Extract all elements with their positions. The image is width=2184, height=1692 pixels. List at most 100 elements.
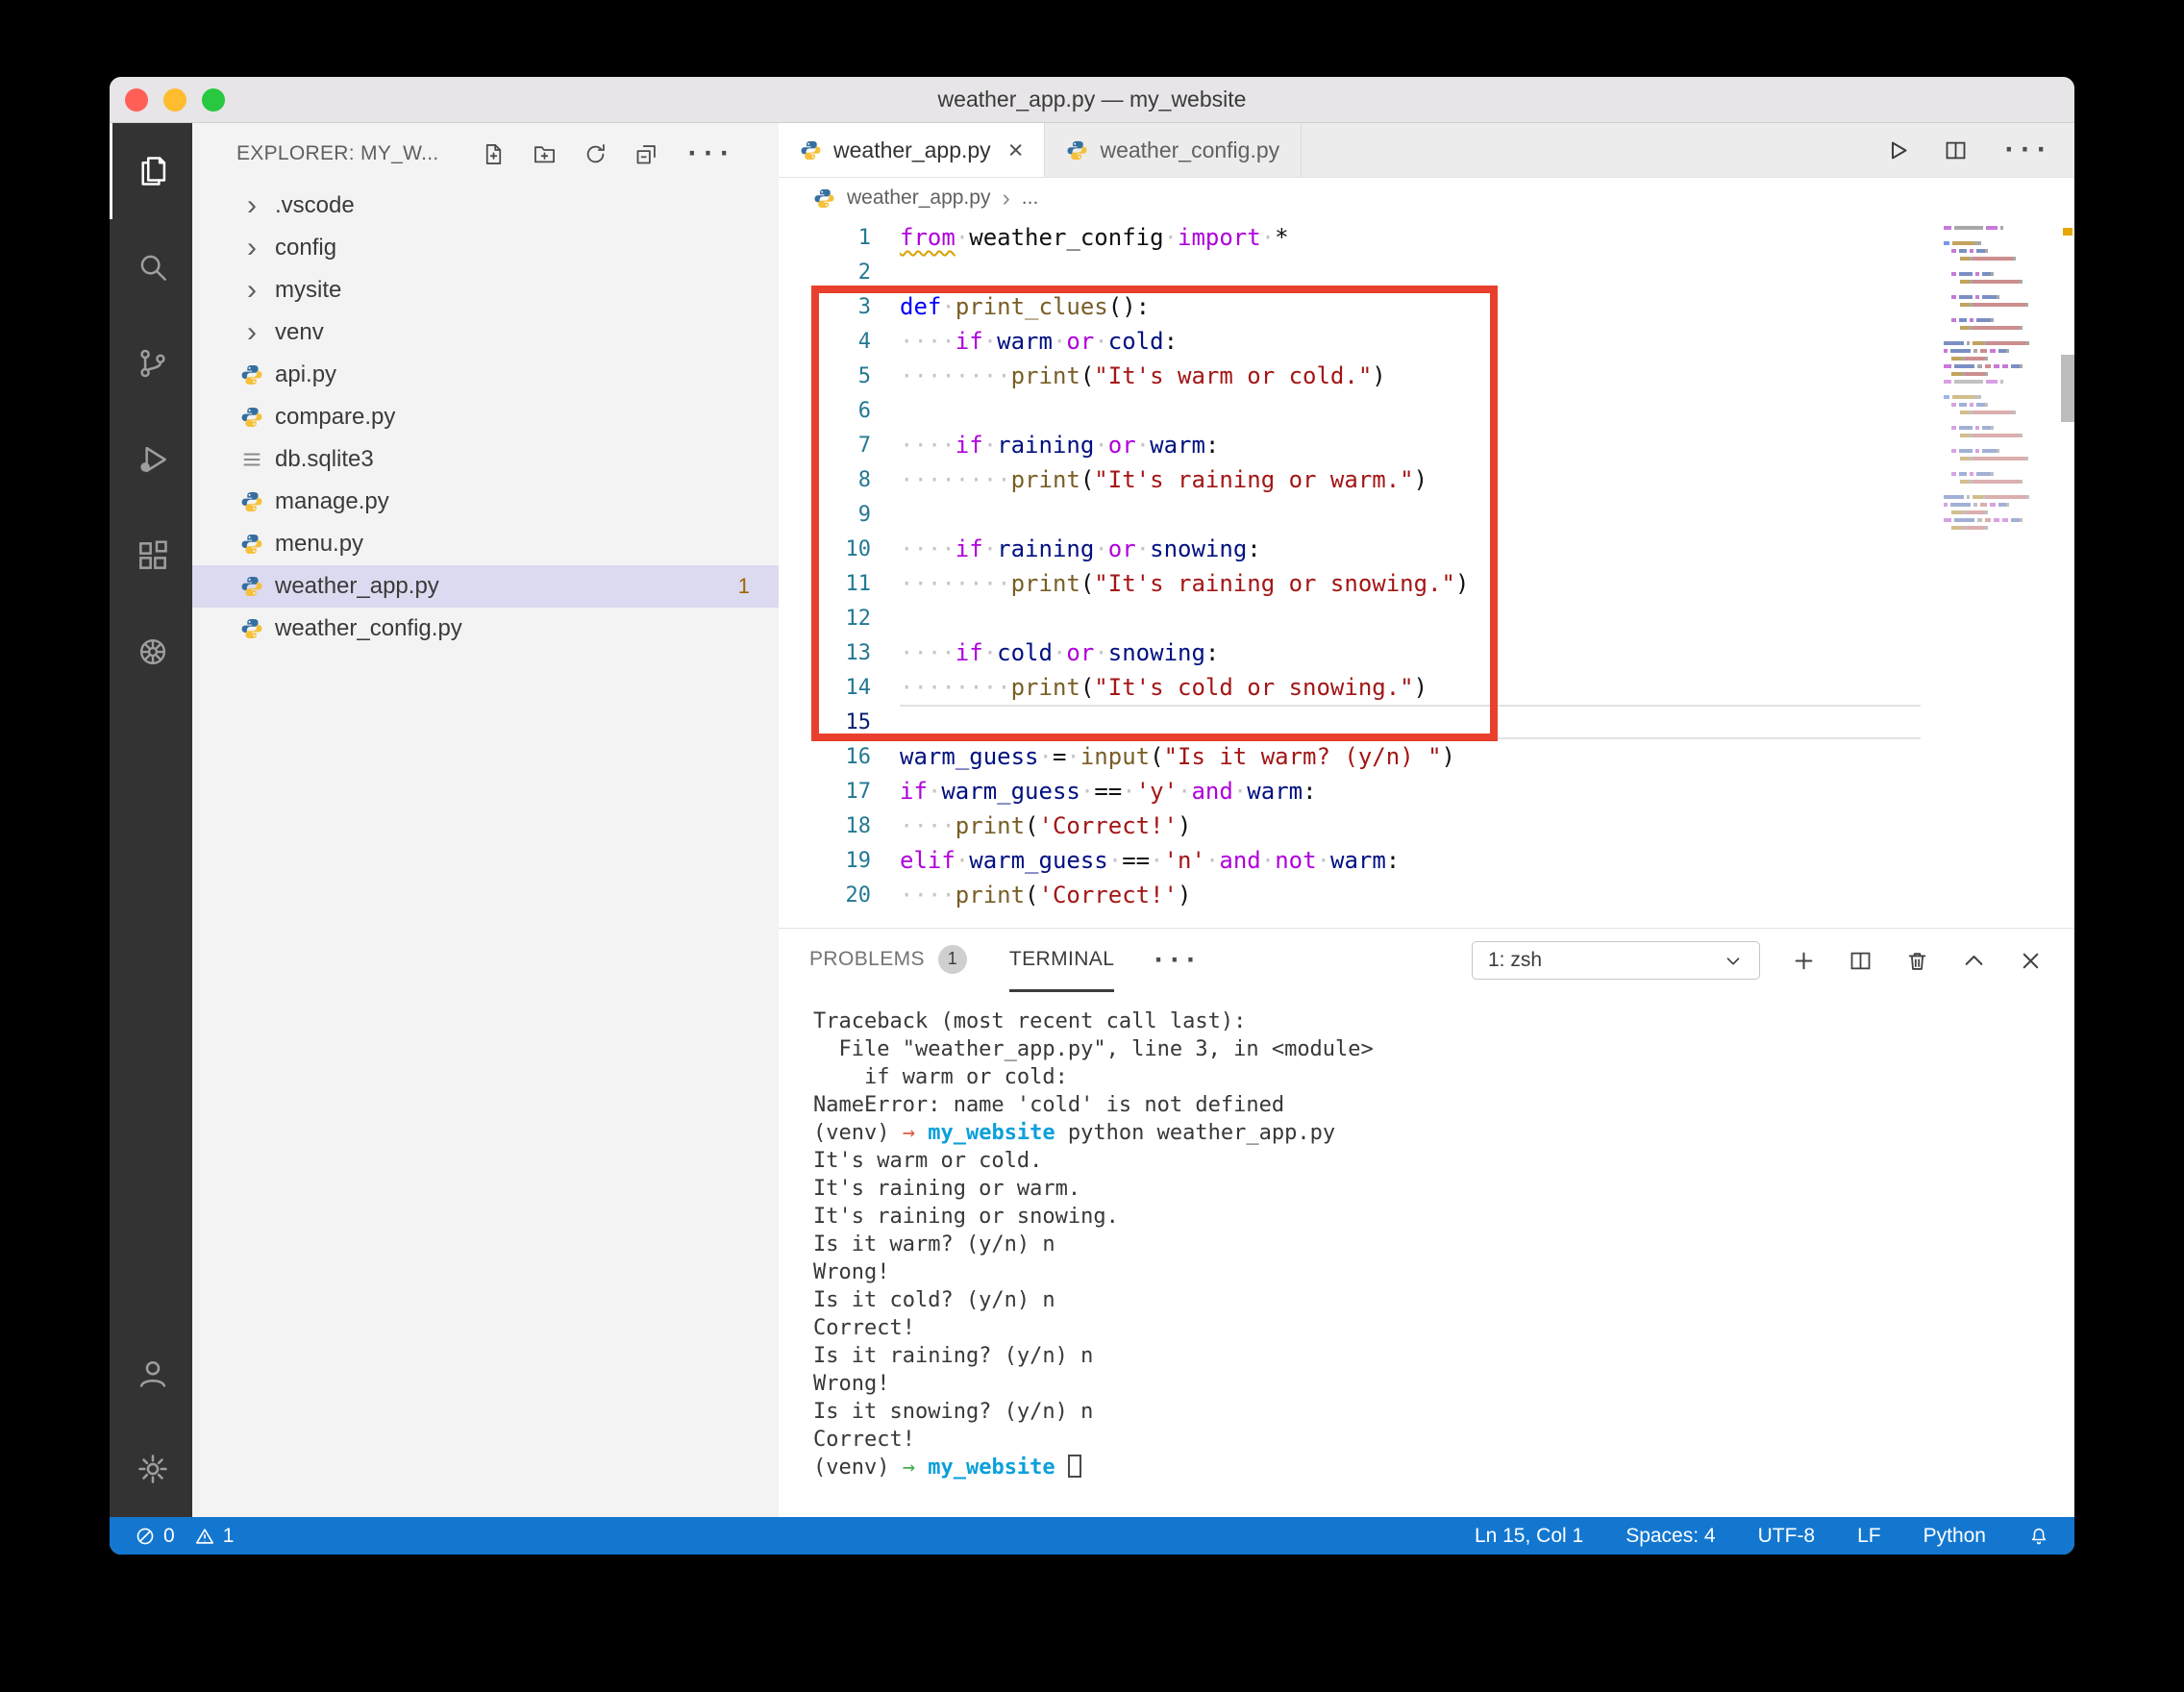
status-language-mode[interactable]: Python — [1923, 1525, 1986, 1548]
terminal-shell-dropdown[interactable]: 1: zsh — [1472, 941, 1760, 980]
error-count: 0 — [163, 1525, 175, 1548]
source-control-icon — [135, 345, 171, 382]
search-icon — [135, 249, 171, 286]
terminal-line: (venv) → my_website — [813, 1454, 2074, 1481]
new-terminal-button[interactable] — [1791, 948, 1817, 974]
more-actions-icon[interactable]: ··· — [684, 141, 732, 166]
tab-problems[interactable]: PROBLEMS 1 — [809, 929, 967, 992]
code-editor[interactable]: 1from·weather_config·import·*23def·print… — [779, 218, 2074, 928]
collapse-folders-icon[interactable] — [633, 141, 659, 167]
activity-accounts[interactable] — [110, 1325, 192, 1421]
python-icon — [240, 363, 263, 386]
tree-file-weather_app.py[interactable]: weather_app.py 1 — [192, 565, 779, 608]
split-editor-icon[interactable] — [1943, 137, 1969, 163]
tab-terminal[interactable]: TERMINAL — [1009, 929, 1114, 992]
code-text: ····print('Correct!') — [871, 812, 1191, 839]
code-line-16[interactable]: 16warm_guess·=·input("Is it warm? (y/n) … — [779, 739, 2074, 774]
editor-tab-bar: weather_app.py × weather_config.py ··· — [779, 123, 2074, 178]
title-bar: weather_app.py — my_website — [110, 77, 2074, 123]
tree-file-api.py[interactable]: api.py — [192, 354, 779, 396]
new-folder-button[interactable] — [532, 141, 558, 167]
terminal-line: Wrong! — [813, 1258, 2074, 1286]
tree-file-weather_config.py[interactable]: weather_config.py — [192, 608, 779, 650]
code-line-19[interactable]: 19elif·warm_guess·==·'n'·and·not·warm: — [779, 843, 2074, 878]
explorer-title: EXPLORER: MY_W... — [236, 142, 439, 165]
status-problems[interactable]: 0 1 — [135, 1525, 234, 1548]
status-right: Ln 15, Col 1 Spaces: 4 UTF-8 LF Python — [1475, 1525, 2049, 1548]
code-line-17[interactable]: 17if·warm_guess·==·'y'·and·warm: — [779, 774, 2074, 809]
file-label: db.sqlite3 — [275, 446, 374, 473]
status-indentation[interactable]: Spaces: 4 — [1626, 1525, 1715, 1548]
breadcrumb-more[interactable]: ... — [1022, 187, 1039, 210]
close-tab-icon[interactable]: × — [1008, 137, 1024, 163]
terminal-line: if warm or cold: — [813, 1063, 2074, 1091]
breadcrumb-file[interactable]: weather_app.py — [847, 187, 990, 210]
status-cursor-position[interactable]: Ln 15, Col 1 — [1475, 1525, 1583, 1548]
file-label: config — [275, 235, 336, 261]
tab-weather-app[interactable]: weather_app.py × — [779, 123, 1045, 177]
minimap[interactable] — [1944, 226, 2057, 534]
activity-settings[interactable] — [110, 1421, 192, 1517]
terminal-line: Is it raining? (y/n) n — [813, 1342, 2074, 1370]
status-eol[interactable]: LF — [1857, 1525, 1881, 1548]
tree-file-menu.py[interactable]: menu.py — [192, 523, 779, 565]
zoom-window-button[interactable] — [202, 88, 225, 112]
file-label: weather_app.py — [275, 573, 439, 600]
terminal-line: Traceback (most recent call last): — [813, 1008, 2074, 1035]
code-line-18[interactable]: 18····print('Correct!') — [779, 809, 2074, 843]
tree-file-manage.py[interactable]: manage.py — [192, 481, 779, 523]
breadcrumb[interactable]: weather_app.py › ... — [779, 178, 2074, 218]
editor-actions: ··· — [1859, 123, 2074, 177]
problems-count-badge: 1 — [738, 574, 750, 599]
code-line-2[interactable]: 2 — [779, 255, 2074, 289]
code-text: from·weather_config·import·* — [871, 224, 1289, 251]
tree-folder-.vscode[interactable]: ›.vscode — [192, 185, 779, 227]
overview-ruler-warning-mark — [2063, 228, 2072, 236]
more-actions-icon[interactable]: ··· — [2001, 137, 2049, 162]
tree-file-db.sqlite3[interactable]: db.sqlite3 — [192, 438, 779, 481]
run-button[interactable] — [1884, 137, 1910, 163]
notifications-bell-icon[interactable] — [2028, 1526, 2049, 1547]
terminal-line: It's raining or snowing. — [813, 1203, 2074, 1231]
file-label: compare.py — [275, 404, 395, 431]
activity-explorer[interactable] — [110, 123, 192, 219]
chevron-right-icon: › — [240, 313, 263, 352]
terminal-output[interactable]: Traceback (most recent call last): File … — [779, 992, 2074, 1517]
file-label: weather_config.py — [275, 615, 462, 642]
terminal-line: Wrong! — [813, 1370, 2074, 1398]
activity-source-control[interactable] — [110, 315, 192, 411]
main-area: EXPLORER: MY_W... ··· ›.vscode›config›my… — [110, 123, 2074, 1517]
status-encoding[interactable]: UTF-8 — [1758, 1525, 1816, 1548]
activity-kubernetes[interactable] — [110, 604, 192, 700]
terminal-line: NameError: name 'cold' is not defined — [813, 1091, 2074, 1119]
panel-header: PROBLEMS 1 TERMINAL ··· 1: zsh — [779, 929, 2074, 992]
chevron-down-icon — [1723, 950, 1744, 971]
tree-folder-mysite[interactable]: ›mysite — [192, 269, 779, 311]
tree-folder-venv[interactable]: ›venv — [192, 311, 779, 354]
tree-folder-config[interactable]: ›config — [192, 227, 779, 269]
problems-label: PROBLEMS — [809, 948, 925, 971]
minimize-window-button[interactable] — [163, 88, 186, 112]
activity-run-debug[interactable] — [110, 411, 192, 508]
extensions-icon — [135, 537, 171, 574]
split-terminal-icon[interactable] — [1848, 948, 1874, 974]
close-window-button[interactable] — [125, 88, 148, 112]
python-icon — [813, 187, 835, 210]
account-icon — [135, 1355, 171, 1391]
tree-file-compare.py[interactable]: compare.py — [192, 396, 779, 438]
tab-weather-config[interactable]: weather_config.py — [1045, 123, 1302, 177]
activity-extensions[interactable] — [110, 508, 192, 604]
code-line-20[interactable]: 20····print('Correct!') — [779, 878, 2074, 912]
refresh-icon[interactable] — [583, 141, 608, 167]
new-file-button[interactable] — [481, 141, 507, 167]
kill-terminal-trash-icon[interactable] — [1904, 948, 1930, 974]
code-line-1[interactable]: 1from·weather_config·import·* — [779, 220, 2074, 255]
terminal-line: Is it cold? (y/n) n — [813, 1286, 2074, 1314]
problems-count-badge: 1 — [938, 945, 967, 974]
editor-scrollbar[interactable] — [2061, 355, 2074, 422]
panel-more-actions-icon[interactable]: ··· — [1151, 948, 1199, 973]
maximize-panel-chevron-up-icon[interactable] — [1961, 948, 1987, 974]
shell-selected-value: 1: zsh — [1488, 949, 1542, 972]
close-panel-icon[interactable] — [2018, 948, 2044, 974]
activity-search[interactable] — [110, 219, 192, 315]
